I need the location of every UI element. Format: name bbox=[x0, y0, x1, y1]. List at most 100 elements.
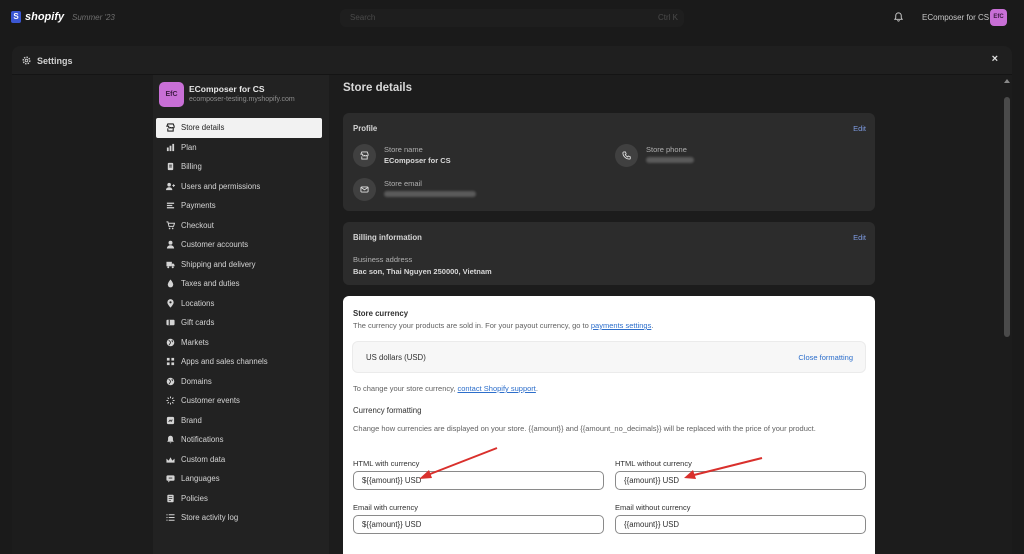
sidebar-item-label: Notifications bbox=[181, 435, 224, 445]
email-with-currency-input[interactable] bbox=[353, 515, 604, 534]
change-currency-suffix: . bbox=[535, 384, 538, 393]
store-name-label: Store name bbox=[384, 145, 423, 154]
scroll-thumb[interactable] bbox=[1004, 97, 1010, 337]
html-with-currency-label: HTML with currency bbox=[353, 459, 420, 468]
payments-settings-link[interactable]: payments settings bbox=[591, 321, 651, 330]
sidebar-item-label: Checkout bbox=[181, 220, 214, 230]
sidebar-item-languages[interactable]: Languages bbox=[156, 469, 322, 489]
settings-sidebar: EfC EComposer for CS ecomposer-testing.m… bbox=[153, 75, 329, 554]
email-without-currency-label: Email without currency bbox=[615, 503, 691, 512]
email-icon bbox=[353, 178, 376, 201]
search-placeholder: Search bbox=[350, 13, 376, 22]
shopify-logo-icon[interactable]: S bbox=[11, 11, 21, 23]
store-email-redacted bbox=[384, 191, 476, 197]
sidebar-item-label: Brand bbox=[181, 415, 202, 425]
email-without-currency-input[interactable] bbox=[615, 515, 866, 534]
sidebar-item-customer-accounts[interactable]: Customer accounts bbox=[156, 235, 322, 255]
sidebar-store-domain: ecomposer-testing.myshopify.com bbox=[189, 96, 295, 103]
sidebar-item-plan[interactable]: Plan bbox=[156, 138, 322, 158]
store-currency-title: Store currency bbox=[353, 309, 409, 318]
billing-title: Billing information bbox=[353, 233, 422, 242]
sidebar-item-store-details[interactable]: Store details bbox=[156, 118, 322, 138]
sidebar-item-label: Domains bbox=[181, 376, 212, 386]
shopify-wordmark[interactable]: shopify bbox=[25, 11, 64, 23]
custom-data-icon bbox=[166, 455, 175, 464]
policies-icon bbox=[166, 494, 175, 503]
sidebar-item-users-and-permissions[interactable]: Users and permissions bbox=[156, 177, 322, 197]
store-phone-redacted bbox=[646, 157, 694, 163]
events-icon bbox=[166, 396, 175, 405]
sidebar-item-label: Payments bbox=[181, 201, 216, 211]
sidebar-item-label: Apps and sales channels bbox=[181, 357, 268, 367]
sidebar-store-name: EComposer for CS bbox=[189, 84, 265, 94]
sidebar-item-shipping-and-delivery[interactable]: Shipping and delivery bbox=[156, 255, 322, 275]
sidebar-item-markets[interactable]: Markets bbox=[156, 333, 322, 353]
store-currency-description: The currency your products are sold in. … bbox=[353, 321, 653, 330]
profile-edit-link[interactable]: Edit bbox=[853, 124, 866, 133]
tax-icon bbox=[166, 279, 175, 288]
truck-icon bbox=[166, 260, 175, 269]
apps-icon bbox=[166, 357, 175, 366]
phone-icon bbox=[615, 144, 638, 167]
bell-icon[interactable] bbox=[893, 11, 904, 23]
store-currency-card: Store currency The currency your product… bbox=[343, 296, 875, 554]
gear-icon bbox=[22, 56, 31, 65]
brand-icon bbox=[166, 416, 175, 425]
sidebar-item-locations[interactable]: Locations bbox=[156, 294, 322, 314]
list-icon bbox=[166, 513, 175, 522]
sidebar-item-label: Customer events bbox=[181, 396, 240, 406]
account-avatar[interactable]: EfC bbox=[990, 9, 1007, 26]
users-icon bbox=[166, 182, 175, 191]
annotation-arrow-2 bbox=[684, 457, 763, 479]
selected-currency: US dollars (USD) bbox=[366, 353, 426, 362]
contact-support-link[interactable]: contact Shopify support bbox=[458, 384, 536, 393]
store-email-label: Store email bbox=[384, 179, 422, 188]
payments-icon bbox=[166, 201, 175, 210]
location-icon bbox=[166, 298, 175, 308]
sidebar-item-policies[interactable]: Policies bbox=[156, 489, 322, 509]
cart-icon bbox=[166, 221, 175, 230]
sidebar-item-label: Locations bbox=[181, 298, 215, 308]
billing-edit-link[interactable]: Edit bbox=[853, 233, 866, 242]
sidebar-item-taxes-and-duties[interactable]: Taxes and duties bbox=[156, 274, 322, 294]
scroll-up-icon[interactable] bbox=[1004, 79, 1010, 83]
change-currency-note: To change your store currency, contact S… bbox=[353, 384, 538, 393]
sidebar-item-domains[interactable]: Domains bbox=[156, 372, 322, 392]
sidebar-item-label: Customer accounts bbox=[181, 240, 249, 250]
sidebar-item-label: Plan bbox=[181, 142, 197, 152]
sidebar-item-label: Taxes and duties bbox=[181, 279, 240, 289]
sidebar-item-billing[interactable]: Billing bbox=[156, 157, 322, 177]
sidebar-item-label: Custom data bbox=[181, 454, 226, 464]
currency-formatting-help: Change how currencies are displayed on y… bbox=[353, 424, 816, 433]
plan-icon bbox=[166, 143, 175, 152]
close-formatting-button[interactable]: Close formatting bbox=[798, 353, 853, 362]
sidebar-item-label: Store details bbox=[181, 123, 225, 133]
store-icon bbox=[353, 144, 376, 167]
search-bar[interactable]: Search Ctrl K bbox=[340, 9, 684, 27]
sidebar-item-checkout[interactable]: Checkout bbox=[156, 216, 322, 236]
main-scrollbar[interactable] bbox=[1002, 75, 1012, 554]
sidebar-item-custom-data[interactable]: Custom data bbox=[156, 450, 322, 470]
globe-icon bbox=[166, 377, 175, 386]
sidebar-item-label: Store activity log bbox=[181, 513, 239, 523]
billing-icon bbox=[166, 162, 175, 171]
close-icon[interactable]: × bbox=[992, 53, 998, 65]
sidebar-item-notifications[interactable]: Notifications bbox=[156, 430, 322, 450]
sidebar-item-store-activity-log[interactable]: Store activity log bbox=[156, 508, 322, 528]
modal-title: Settings bbox=[37, 56, 73, 66]
sidebar-item-brand[interactable]: Brand bbox=[156, 411, 322, 431]
sidebar-item-label: Policies bbox=[181, 493, 208, 503]
languages-icon bbox=[166, 474, 175, 483]
sidebar-item-label: Languages bbox=[181, 474, 220, 484]
main-content: Store details Profile Edit Store name EC… bbox=[329, 75, 1002, 554]
sidebar-item-gift-cards[interactable]: Gift cards bbox=[156, 313, 322, 333]
sidebar-item-customer-events[interactable]: Customer events bbox=[156, 391, 322, 411]
gift-card-icon bbox=[166, 318, 175, 327]
sidebar-item-payments[interactable]: Payments bbox=[156, 196, 322, 216]
account-store-name[interactable]: EComposer for CS bbox=[922, 13, 989, 22]
globe-icon bbox=[166, 338, 175, 347]
sidebar-item-apps-and-sales-channels[interactable]: Apps and sales channels bbox=[156, 352, 322, 372]
sidebar-item-label: Markets bbox=[181, 337, 209, 347]
settings-nav: Store details Plan Billing Users and permis… bbox=[156, 118, 322, 528]
modal-header: Settings × bbox=[12, 46, 1012, 75]
